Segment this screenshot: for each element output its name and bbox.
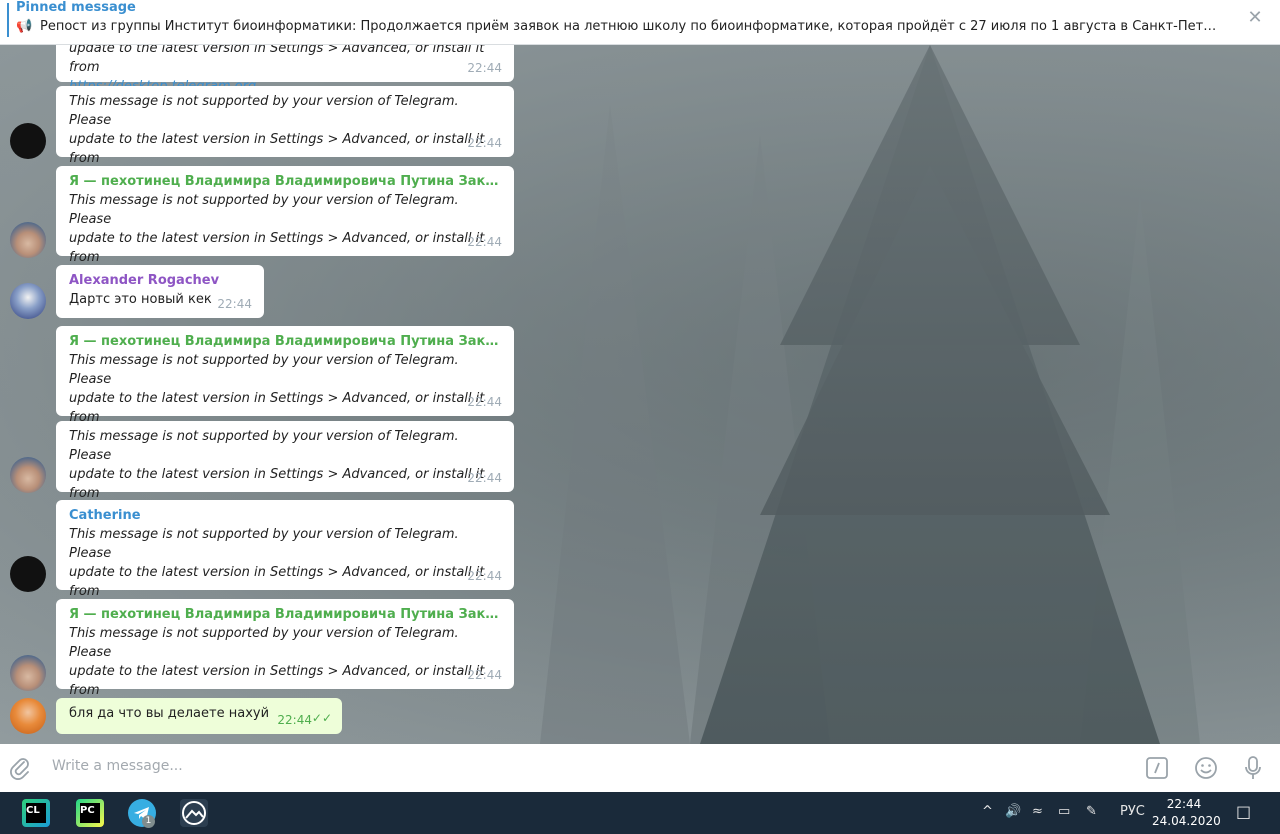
pycharm-icon[interactable]: PC — [76, 799, 104, 827]
message-bubble[interactable]: This message is not supported by your ve… — [56, 421, 514, 520]
message-time: 22:44 — [467, 668, 502, 682]
message-bubble[interactable]: Я — пехотинец Владимира Владимировича Пу… — [56, 166, 514, 284]
message-time: 22:44 — [467, 61, 502, 75]
message-bubble[interactable]: Alexander Rogachev Дартс это новый кек 2… — [56, 265, 264, 318]
pinned-message-bar[interactable]: Pinned message 📢 Репост из группы Инстит… — [0, 0, 1280, 45]
clock-time: 22:44 — [1166, 797, 1202, 811]
message-time: 22:44 — [467, 471, 502, 485]
sender-name[interactable]: Я — пехотинец Владимира Владимировича Пу… — [69, 172, 502, 191]
message-bubble[interactable]: Я — пехотинец Владимира Владимировича Пу… — [56, 326, 514, 444]
message-time: 22:44 — [467, 235, 502, 249]
pinned-accent — [7, 3, 9, 37]
chevron-up-icon[interactable]: ^ — [982, 804, 993, 819]
double-check-icon: ✓✓ — [311, 711, 332, 725]
clock-date: 24.04.2020 — [1152, 814, 1221, 828]
notifications-icon[interactable]: □ — [1236, 802, 1251, 821]
system-clock[interactable]: 22:44 24.04.2020 — [1152, 796, 1221, 830]
avatar[interactable] — [10, 556, 46, 592]
avatar[interactable] — [10, 283, 46, 319]
battery-icon[interactable]: ▭ — [1058, 804, 1070, 819]
pen-icon[interactable]: ✎ — [1086, 804, 1097, 819]
attach-icon[interactable] — [9, 756, 31, 780]
sender-name[interactable]: Я — пехотинец Владимира Владимировича Пу… — [69, 605, 502, 624]
windows-taskbar: CL PC 1 ^ 🔊 ≈ ▭ ✎ РУС 22:44 24.04.2020 □ — [0, 792, 1280, 834]
message-time: 22:44 — [217, 297, 252, 311]
unread-badge: 1 — [142, 815, 155, 828]
sender-name[interactable]: Catherine — [69, 506, 502, 525]
close-icon[interactable]: ✕ — [1244, 7, 1266, 29]
avatar[interactable] — [10, 457, 46, 493]
message-time: 22:44 — [467, 569, 502, 583]
message-bubble[interactable]: update to the latest version in Settings… — [56, 45, 514, 94]
telegram-icon[interactable]: 1 — [128, 799, 156, 828]
message-time: 22:44 — [467, 136, 502, 150]
message-bubble[interactable]: Catherine This message is not supported … — [56, 500, 514, 618]
sender-name[interactable]: Alexander Rogachev — [69, 271, 252, 290]
microphone-icon[interactable] — [1243, 755, 1263, 781]
outgoing-message-bubble[interactable]: бля да что вы делаете нахуй 22:44 ✓✓ — [56, 698, 342, 734]
sender-name[interactable]: Я — пехотинец Владимира Владимировича Пу… — [69, 332, 502, 351]
pinned-title: Pinned message — [16, 0, 136, 15]
bot-command-icon[interactable] — [1145, 756, 1169, 780]
chat-background: update to the latest version in Settings… — [0, 45, 1280, 744]
message-input[interactable]: Write a message... — [52, 758, 183, 774]
avatar[interactable] — [10, 655, 46, 691]
megaphone-icon: 📢 — [16, 19, 33, 34]
wifi-icon[interactable]: ≈ — [1032, 804, 1043, 819]
avatar[interactable] — [10, 698, 46, 734]
message-bubble[interactable]: This message is not supported by your ve… — [56, 86, 514, 185]
mountain-icon — [182, 801, 206, 825]
message-time: 22:44 — [277, 713, 312, 727]
clion-icon[interactable]: CL — [22, 799, 50, 827]
message-composer: Write a message... — [0, 744, 1280, 792]
photos-icon[interactable] — [180, 799, 208, 827]
language-indicator[interactable]: РУС — [1120, 804, 1145, 819]
pinned-text: Репост из группы Институт биоинформатики… — [40, 19, 1220, 34]
emoji-icon[interactable] — [1194, 756, 1218, 780]
volume-icon[interactable]: 🔊 — [1005, 804, 1021, 819]
avatar[interactable] — [10, 123, 46, 159]
message-time: 22:44 — [467, 395, 502, 409]
message-bubble[interactable]: Я — пехотинец Владимира Владимировича Пу… — [56, 599, 514, 717]
avatar[interactable] — [10, 222, 46, 258]
